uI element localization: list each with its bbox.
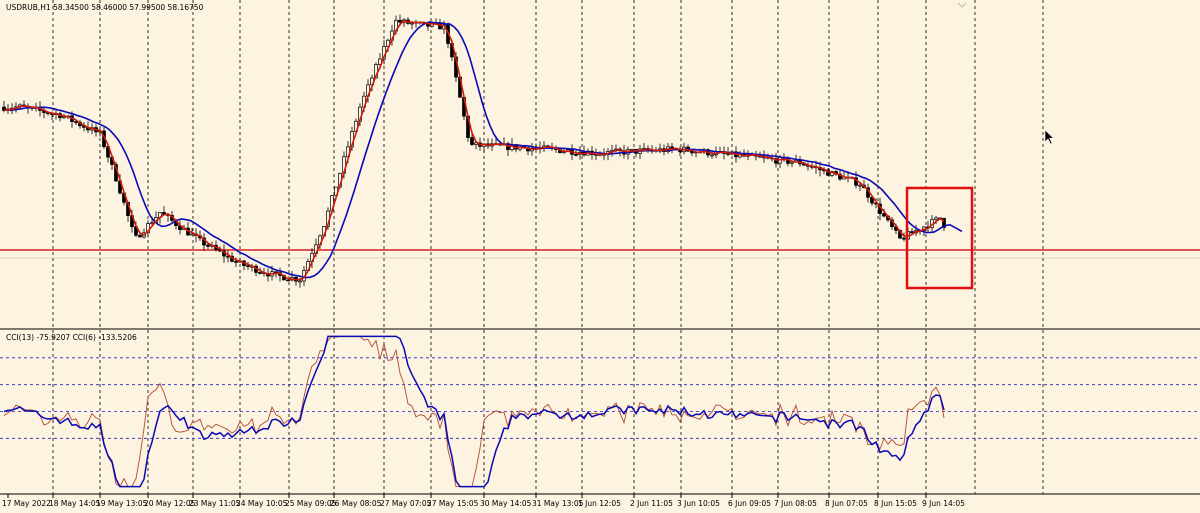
background bbox=[0, 0, 1200, 513]
candle-body bbox=[234, 261, 238, 263]
candle-body bbox=[274, 271, 278, 274]
candle-body bbox=[286, 279, 290, 282]
time-axis-label: 24 May 10:05 bbox=[236, 499, 288, 508]
candle-body bbox=[206, 244, 210, 247]
candle-body bbox=[258, 272, 262, 274]
time-axis-label: 6 Jun 09:05 bbox=[728, 499, 771, 508]
candle-body bbox=[882, 213, 886, 217]
candle-body bbox=[858, 184, 862, 187]
time-axis-label: 8 Jun 07:05 bbox=[825, 499, 868, 508]
time-axis-label: 27 May 07:05 bbox=[380, 499, 432, 508]
candle-body bbox=[298, 280, 302, 283]
cci-title: CCI(13) -75.9207 CCI(6) -133.5206 bbox=[6, 333, 137, 342]
time-axis-label: 20 May 12:05 bbox=[144, 499, 196, 508]
candle-body bbox=[902, 237, 906, 240]
candle-body bbox=[910, 231, 914, 234]
time-axis-label: 27 May 15:05 bbox=[427, 499, 479, 508]
chart-svg: USDRUB,H1 58.34500 58.46000 57.99500 58.… bbox=[0, 0, 1200, 513]
time-axis-label: 31 May 13:05 bbox=[532, 499, 584, 508]
candle-body bbox=[934, 217, 938, 221]
candle-body bbox=[190, 233, 194, 236]
time-axis-label: 18 May 14:05 bbox=[49, 499, 101, 508]
candle-body bbox=[246, 265, 250, 267]
candle-body bbox=[398, 19, 402, 23]
time-axis-label: 3 Jun 10:05 bbox=[677, 499, 720, 508]
time-axis-label: 23 May 11:05 bbox=[189, 499, 241, 508]
time-axis-label: 8 Jun 15:05 bbox=[874, 499, 917, 508]
candle-body bbox=[790, 161, 794, 164]
candle-body bbox=[470, 137, 474, 145]
candle-body bbox=[150, 222, 154, 224]
time-axis-label: 9 Jun 14:05 bbox=[922, 499, 965, 508]
chart-window: USDRUB,H1 58.34500 58.46000 57.99500 58.… bbox=[0, 0, 1200, 513]
candle-body bbox=[410, 22, 414, 25]
candle-body bbox=[138, 234, 142, 238]
candle-body bbox=[594, 154, 598, 156]
time-axis-label: 25 May 09:05 bbox=[285, 499, 337, 508]
time-axis-label: 17 May 2022 bbox=[2, 499, 51, 508]
time-axis-label: 7 Jun 08:05 bbox=[774, 499, 817, 508]
time-axis-label: 26 May 08:05 bbox=[330, 499, 382, 508]
time-axis-label: 2 Jun 11:05 bbox=[630, 499, 673, 508]
time-axis-label: 19 May 13:05 bbox=[96, 499, 148, 508]
price-chart-title: USDRUB,H1 58.34500 58.46000 57.99500 58.… bbox=[6, 3, 204, 12]
time-axis-label: 30 May 14:05 bbox=[480, 499, 532, 508]
candle-body bbox=[574, 154, 578, 156]
candle-body bbox=[710, 154, 714, 157]
time-axis-label: 1 Jun 12:05 bbox=[578, 499, 621, 508]
